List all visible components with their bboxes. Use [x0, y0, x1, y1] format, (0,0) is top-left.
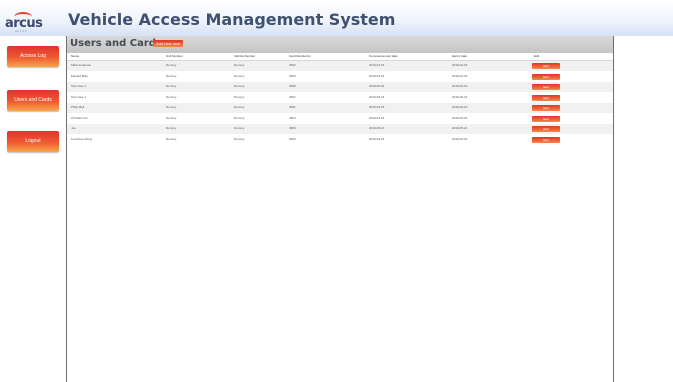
edit-button[interactable]: Edit — [532, 94, 560, 101]
column-header-commencement-date: Commencement date — [369, 54, 398, 58]
cell-vehicle-number: Dummy — [234, 136, 245, 141]
panel-header: Users and Cards Add new user — [67, 36, 613, 53]
app-title: Vehicle Access Management System — [68, 10, 396, 29]
cell-unit-number: Dummy — [166, 73, 177, 78]
cell-name: Philip Bell — [71, 105, 85, 109]
edit-button[interactable]: Edit — [532, 136, 560, 143]
add-new-user-button[interactable]: Add new user — [153, 40, 184, 47]
cell-commencement-date: 2019-04-15 — [369, 105, 385, 109]
cell-expiry-date: 2019-04-15 — [452, 136, 468, 141]
table-row: Test User 1 Dummy Dummy 4507 2019-05-16 2019-… — [67, 92, 613, 103]
column-header-expiry-date: Expiry date — [452, 54, 468, 58]
cell-expiry-date: 2019-04-15 — [452, 105, 468, 109]
table-row: Lesa Kee Meng Dummy Dummy 4505 2019-04-15 201… — [67, 134, 613, 145]
logo-version: ver 1.0.0 — [15, 29, 27, 33]
cell-expiry-date: 2019-05-16 — [452, 94, 468, 99]
cell-commencement-date: 2019-04-15 — [369, 63, 385, 67]
cell-expiry-date: 2019-04-15 — [452, 115, 468, 120]
cell-vehicle-number: Dummy — [234, 126, 245, 130]
table-row: Philip Bell Dummy Dummy 4501 2019-04-15 2019-… — [67, 103, 613, 113]
edit-button[interactable]: Edit — [532, 126, 560, 132]
cell-vehicle-number: Dummy — [234, 63, 245, 67]
cell-name: Joe — [71, 126, 76, 130]
cell-card-numbers: 4502 — [289, 63, 296, 67]
edit-button[interactable]: Edit — [532, 73, 560, 80]
edit-button[interactable]: Edit — [532, 63, 560, 69]
cell-unit-number: Dummy — [166, 63, 177, 67]
cell-card-numbers: 4503 — [289, 73, 296, 78]
cell-commencement-date: 2019-04-15 — [369, 115, 385, 120]
cell-name: Mark Anderson — [71, 63, 92, 67]
users-and-cards-button[interactable]: Users and Cards — [7, 90, 59, 111]
cell-expiry-date: 2019-04-15 — [452, 63, 468, 67]
cell-vehicle-number: Dummy — [234, 105, 245, 109]
cell-card-numbers: 4506 — [289, 126, 296, 130]
cell-name: Test User 2 — [71, 84, 87, 88]
users-panel: Users and Cards Add new user Name Unit N… — [66, 36, 614, 382]
cell-name: Christine Iris — [71, 115, 88, 120]
table-row: Christine Iris Dummy Dummy 4504 2019-04-15 20… — [67, 113, 613, 124]
cell-name: Lesa Kee Meng — [71, 136, 93, 141]
edit-button[interactable]: Edit — [532, 115, 560, 122]
cell-commencement-date: 2019-05-02 — [369, 84, 385, 88]
edit-button[interactable]: Edit — [532, 105, 560, 111]
access-log-button[interactable]: Access Log — [7, 46, 59, 67]
table-row: Mark Anderson Dummy Dummy 4502 2019-04-15 201… — [67, 61, 613, 71]
cell-vehicle-number: Dummy — [234, 94, 245, 99]
cell-name: Test User 1 — [71, 94, 87, 99]
cell-unit-number: Dummy — [166, 126, 177, 130]
cell-unit-number: Dummy — [166, 136, 177, 141]
table-header: Name Unit Number Vehicle Number Card Num… — [67, 53, 613, 61]
cell-unit-number: Dummy — [166, 94, 177, 99]
cell-commencement-date: 2019-04-15 — [369, 73, 385, 78]
cell-unit-number: Dummy — [166, 105, 177, 109]
column-header-vehicle-number: Vehicle Number — [234, 54, 256, 58]
table-row: Test User 2 Dummy Dummy 4505 2019-05-02 2019-… — [67, 82, 613, 92]
cell-card-numbers: 4507 — [289, 94, 296, 99]
cell-name: Edward Bain — [71, 73, 89, 78]
cell-expiry-date: 2019-05-16 — [452, 84, 468, 88]
cell-unit-number: Dummy — [166, 115, 177, 120]
top-header: arcus ver 1.0.0 Vehicle Access Managemen… — [0, 0, 673, 36]
edit-button[interactable]: Edit — [532, 84, 560, 90]
cell-expiry-date: 2019-04-15 — [452, 73, 468, 78]
arcus-logo: arcus ver 1.0.0 — [5, 12, 43, 33]
cell-vehicle-number: Dummy — [234, 84, 245, 88]
cell-commencement-date: 2019-05-16 — [369, 94, 385, 99]
column-header-edit: Edit — [534, 54, 540, 58]
cell-expiry-date: 2019-05-21 — [452, 126, 468, 130]
cell-commencement-date: 2019-04-15 — [369, 136, 385, 141]
column-header-name: Name — [71, 54, 80, 58]
cell-card-numbers: 4505 — [289, 136, 296, 141]
cell-card-numbers: 4501 — [289, 105, 296, 109]
logout-button[interactable]: Logout — [7, 131, 59, 152]
table-row: Joe Dummy Dummy 4506 2019-05-21 2019-05-21 Edi… — [67, 124, 613, 134]
cell-commencement-date: 2019-05-21 — [369, 126, 385, 130]
cell-unit-number: Dummy — [166, 84, 177, 88]
panel-title: Users and Cards — [70, 38, 162, 49]
column-header-card-numbers: Card Number(s) — [289, 54, 311, 58]
cell-vehicle-number: Dummy — [234, 73, 245, 78]
table-row: Edward Bain Dummy Dummy 4503 2019-04-15 2019-… — [67, 71, 613, 82]
cell-vehicle-number: Dummy — [234, 115, 245, 120]
column-header-unit-number: Unit Number — [166, 54, 183, 58]
cell-card-numbers: 4504 — [289, 115, 296, 120]
cell-card-numbers: 4505 — [289, 84, 296, 88]
